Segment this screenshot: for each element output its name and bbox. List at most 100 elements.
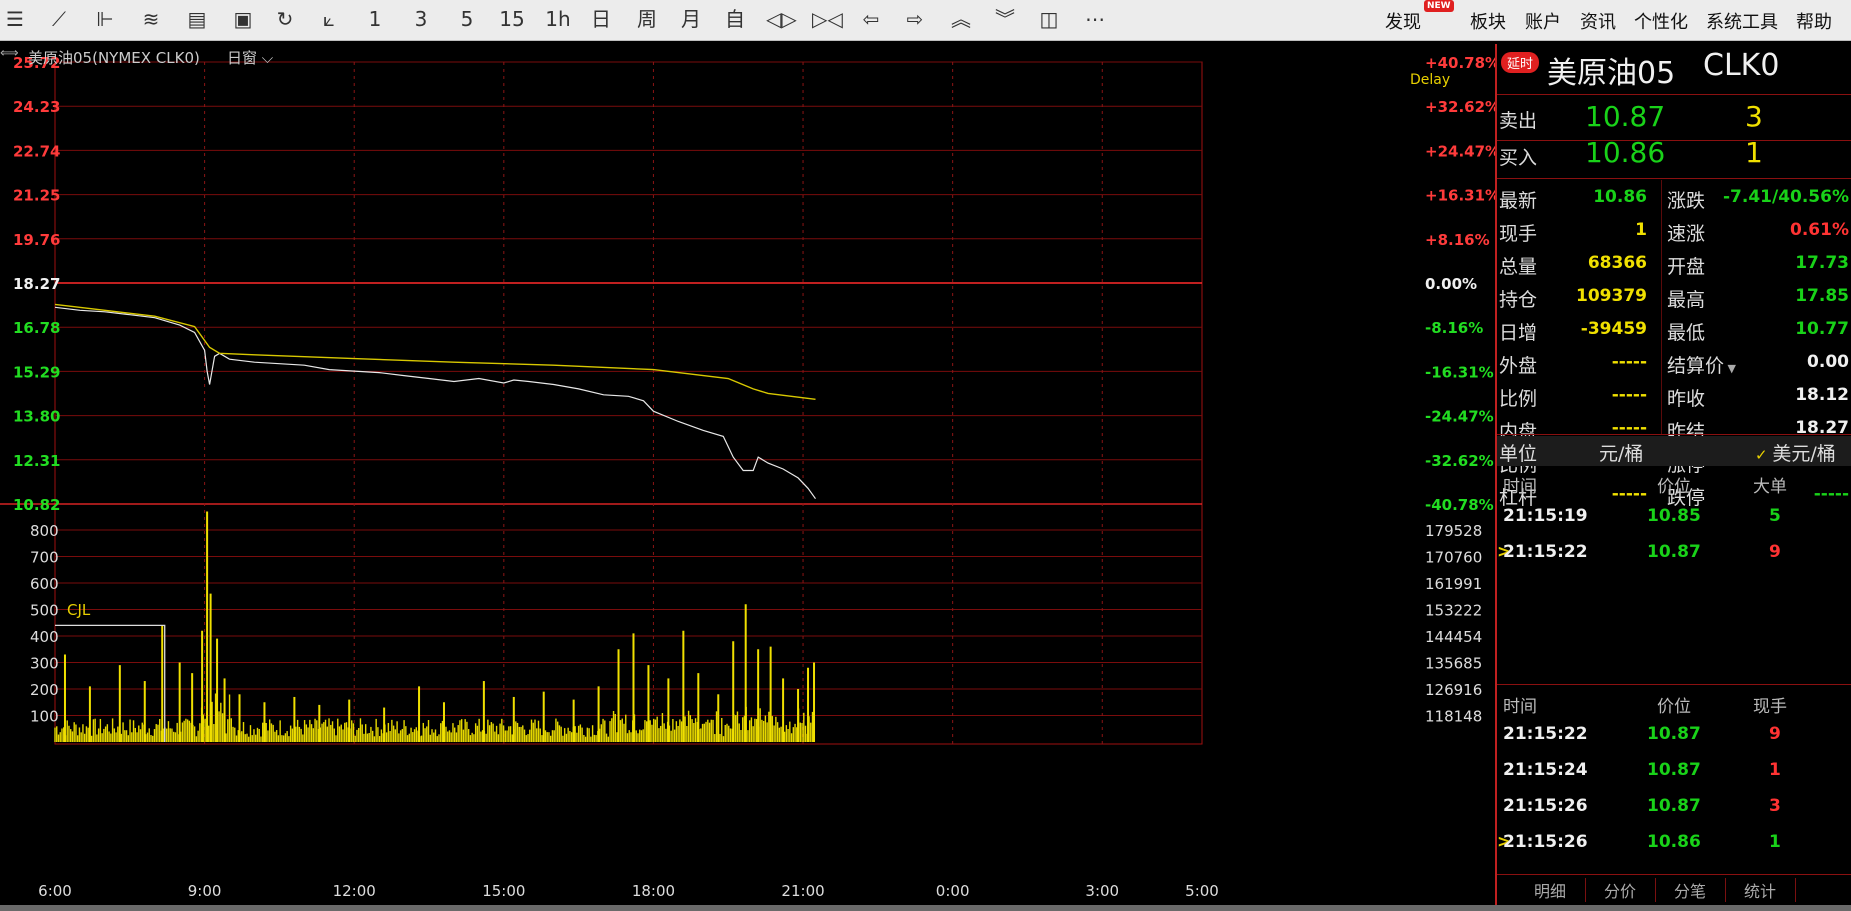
quote-value: 18.12 (1795, 385, 1849, 405)
volume-tick-label: 100 (30, 708, 59, 726)
expand-icon[interactable]: ▷◁ (812, 6, 843, 32)
down-double-icon[interactable]: ︾ (992, 6, 1018, 32)
buy-price: 10.86 (1585, 136, 1666, 169)
percent-tick-label: +32.62% (1425, 98, 1495, 116)
volume-tick-label: 300 (30, 655, 59, 673)
tick-column-header: 现手 (1753, 697, 1787, 717)
period-custom-button[interactable]: 自 (722, 6, 748, 32)
period-month-button[interactable]: 月 (678, 6, 704, 32)
quote-row: 比例 ----- 昨收 18.12 (1497, 382, 1851, 414)
menu-news[interactable]: 资讯 (1580, 8, 1616, 34)
price-tick-label: 18.27 (13, 275, 60, 293)
unit-row: 单位 元/桶 ✓ 美元/桶 (1497, 436, 1851, 466)
tick-price: 10.85 (1647, 506, 1701, 526)
open-interest-tick-label: 135685 (1425, 655, 1482, 673)
indicator-icon[interactable]: ≋ (138, 6, 164, 32)
menu-sectors[interactable]: 板块 (1470, 8, 1506, 34)
time-tick-label: 18:00 (632, 882, 675, 900)
menu-discover[interactable]: 发现 (1385, 8, 1421, 34)
tick-time: 21:15:22 (1503, 724, 1588, 744)
period-3-button[interactable]: 3 (408, 6, 434, 32)
period-week-button[interactable]: 周 (634, 6, 660, 32)
status-bar (0, 905, 1851, 911)
line-chart-icon[interactable]: ⟋ (46, 6, 72, 32)
tick-time: 21:15:26 (1503, 832, 1588, 852)
buy-volume: 1 (1745, 136, 1763, 169)
tick-time: 21:15:24 (1503, 760, 1588, 780)
candlestick-icon[interactable]: ⊩ (92, 6, 118, 32)
tick-price: 10.86 (1647, 832, 1701, 852)
period-day-button[interactable]: 日 (588, 6, 614, 32)
open-interest-tick-label: 170760 (1425, 549, 1482, 567)
tick-price: 10.87 (1647, 542, 1701, 562)
quote-value: ----- (1611, 418, 1647, 438)
quote-label: 涨跌 (1667, 190, 1706, 212)
period-1h-button[interactable]: 1h (542, 6, 574, 32)
period-15-button[interactable]: 15 (496, 6, 528, 32)
tick-volume: 1 (1769, 832, 1781, 852)
up-double-icon[interactable]: ︽ (948, 6, 974, 32)
quote-value: -7.41/40.56% (1722, 187, 1849, 207)
chart-grid (0, 61, 1203, 745)
percent-axis: +40.78% +32.62% +24.47% +16.31% +8.16% 0.00% -… (1425, 54, 1495, 514)
tick-price: 10.87 (1647, 724, 1701, 744)
instrument-title: 美原油05 (1547, 56, 1676, 91)
menu-system-tools[interactable]: 系统工具 (1706, 8, 1778, 34)
unit-value: 元/桶 (1599, 443, 1644, 465)
open-interest-tick-label: 126916 (1425, 681, 1482, 699)
tick-header: 时间 价位 现手 (1497, 692, 1851, 717)
big-order-column-header: 时间 (1503, 477, 1537, 497)
quote-label: 最高 (1667, 289, 1706, 311)
time-tick-label: 5:00 (1185, 882, 1219, 900)
menu-icon[interactable]: ☰ (2, 6, 28, 32)
quote-value: 0.61% (1790, 220, 1849, 240)
menu-account[interactable]: 账户 (1525, 8, 1561, 34)
tick-volume: 9 (1769, 542, 1781, 562)
open-interest-line (55, 624, 166, 742)
caret-down-icon: ▼ (1724, 362, 1736, 375)
open-interest-tick-label: 118148 (1425, 708, 1482, 726)
volume-tick-label: 200 (30, 681, 59, 699)
draw-line-icon[interactable]: ⟀ (316, 6, 342, 32)
tick-column-header: 价位 (1657, 697, 1691, 717)
menu-personalize[interactable]: 个性化 (1634, 8, 1688, 34)
quote-label: 比例 (1499, 388, 1538, 410)
quote-label: 昨收 (1667, 388, 1706, 410)
quote-value: 0.00 (1807, 352, 1849, 372)
period-1-button[interactable]: 1 (362, 6, 388, 32)
intraday-chart[interactable]: 25.7224.2322.7421.2519.7618.2716.7815.29… (0, 44, 1495, 911)
quote-label: 外盘 (1499, 355, 1538, 377)
volume-tick-label: 400 (30, 628, 59, 646)
tick-volume: 5 (1769, 506, 1781, 526)
quote-value: 1 (1635, 220, 1647, 240)
quote-label: 结算价 ▼ (1667, 355, 1736, 377)
panel-tab-0[interactable]: 明细 (1515, 878, 1586, 902)
new-badge: NEW (1424, 0, 1454, 12)
window-mode-dropdown[interactable]: 日窗 ⌵ (227, 47, 273, 68)
period-5-button[interactable]: 5 (454, 6, 480, 32)
tick-column-header: 时间 (1503, 697, 1537, 717)
tick-row: >21:15:26 10.86 1 (1497, 832, 1851, 860)
refresh-icon[interactable]: ↻ (272, 6, 298, 32)
percent-tick-label: +16.31% (1425, 187, 1495, 205)
unit-toggle[interactable]: ✓ 美元/桶 (1755, 439, 1836, 466)
panel-tab-1[interactable]: 分价 (1585, 878, 1656, 902)
save-icon[interactable]: ▣ (230, 6, 256, 32)
open-interest-tick-label: 179528 (1425, 522, 1482, 540)
percent-tick-label: +8.16% (1425, 231, 1490, 249)
percent-tick-label: +40.78% (1425, 54, 1495, 72)
more-icon[interactable]: ⋯ (1082, 6, 1108, 32)
quote-value: 17.85 (1795, 286, 1849, 306)
right-arrow-icon[interactable]: ⇨ (902, 6, 928, 32)
quote-value: 10.77 (1795, 319, 1849, 339)
menu-help[interactable]: 帮助 (1796, 8, 1832, 34)
panel-tab-3[interactable]: 统计 (1725, 878, 1796, 902)
panel-tab-2[interactable]: 分笔 (1655, 878, 1726, 902)
layout-icon[interactable]: ◫ (1036, 6, 1062, 32)
left-arrow-icon[interactable]: ⇦ (858, 6, 884, 32)
unit-label: 单位 (1499, 443, 1538, 465)
back-icon[interactable]: ⟺ (0, 46, 19, 61)
instrument-name: 美原油05(NYMEX CLK0) (28, 49, 200, 67)
chart-panel-icon[interactable]: ▤ (184, 6, 210, 32)
collapse-icon[interactable]: ◁▷ (766, 6, 797, 32)
